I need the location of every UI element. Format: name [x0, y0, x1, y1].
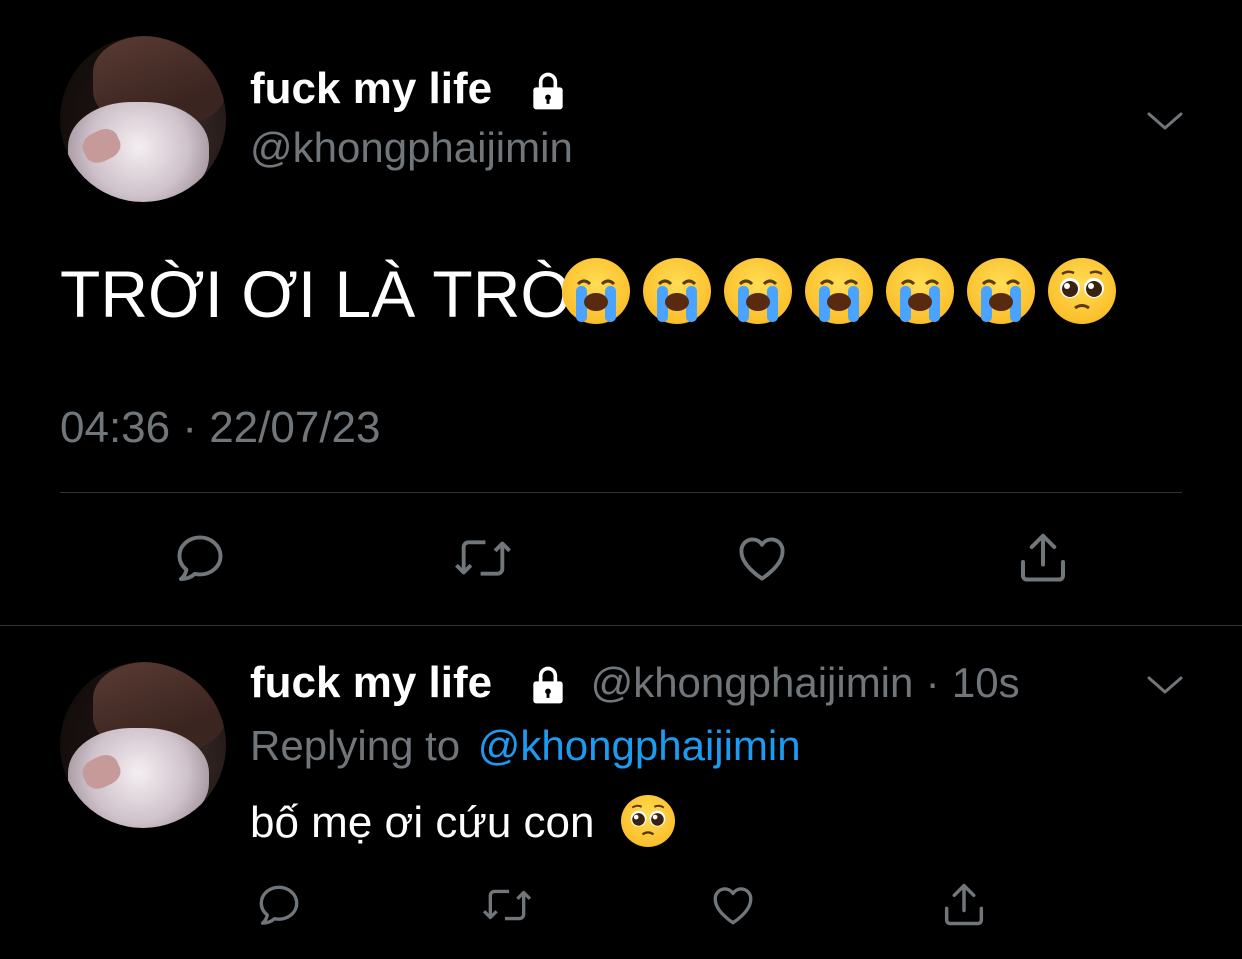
loudly-crying-face-icon	[886, 258, 954, 324]
avatar[interactable]	[60, 662, 226, 828]
pleading-face-icon	[1048, 258, 1116, 324]
reply-text-content: bố mẹ ơi cứu con	[250, 798, 595, 847]
display-name-text[interactable]: fuck my life	[250, 658, 492, 707]
handle[interactable]: @khongphaijimin	[591, 659, 914, 706]
replying-to-label: Replying to	[250, 722, 461, 769]
handle[interactable]: @khongphaijimin	[250, 124, 573, 172]
share-icon[interactable]	[1012, 526, 1074, 588]
chevron-down-icon[interactable]	[1140, 100, 1190, 140]
chevron-down-icon[interactable]	[1140, 664, 1190, 704]
retweet-icon[interactable]	[450, 528, 516, 588]
avatar[interactable]	[60, 36, 226, 202]
pleading-face-icon	[620, 795, 675, 848]
loudly-crying-face-icon	[967, 258, 1035, 324]
replying-to-link[interactable]: @khongphaijimin	[478, 722, 801, 769]
tweet-text-content: TRỜI ƠI LÀ TRỜI	[60, 257, 596, 331]
timestamp[interactable]: 04:36 · 22/07/23	[60, 403, 380, 453]
reply-icon[interactable]	[170, 528, 230, 588]
tweet-text: TRỜI ƠI LÀ TRỜI	[60, 256, 595, 332]
replying-to: Replying to @khongphaijimin	[250, 722, 801, 770]
retweet-icon[interactable]	[478, 878, 536, 932]
loudly-crying-face-icon	[724, 258, 792, 324]
display-name[interactable]: fuck my life	[250, 64, 570, 114]
display-name-text: fuck my life	[250, 64, 493, 113]
separator: ·	[925, 659, 940, 706]
lock-icon	[526, 663, 570, 707]
lock-icon	[526, 69, 570, 113]
loudly-crying-face-icon	[643, 258, 711, 324]
loudly-crying-face-icon	[562, 258, 630, 324]
reply-icon[interactable]	[252, 878, 306, 932]
time-ago[interactable]: 10s	[952, 659, 1020, 706]
reply-header: fuck my life @khongphaijimin · 10s	[250, 658, 1020, 708]
share-icon[interactable]	[936, 876, 992, 932]
divider	[0, 625, 1242, 626]
loudly-crying-face-icon	[805, 258, 873, 324]
reply-text: bố mẹ ơi cứu con	[250, 795, 675, 848]
like-icon[interactable]	[732, 528, 792, 588]
like-icon[interactable]	[706, 878, 760, 932]
divider	[60, 492, 1182, 493]
